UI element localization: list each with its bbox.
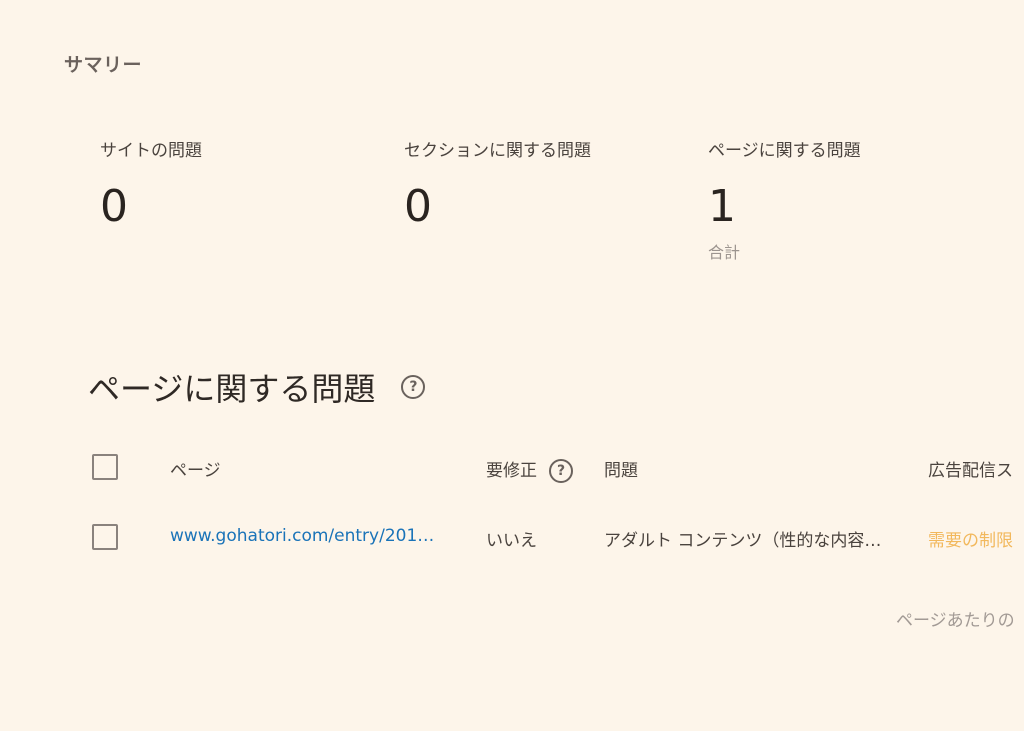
stat-sub-label: 合計 bbox=[708, 243, 741, 262]
rows-per-page-label: ページあたりの bbox=[896, 611, 1015, 631]
stat-value: 0 bbox=[100, 181, 128, 232]
stat-label: セクションに関する問題 bbox=[404, 141, 591, 161]
select-all-checkbox[interactable] bbox=[92, 454, 118, 480]
row-checkbox[interactable] bbox=[92, 524, 118, 550]
column-header-ad-status[interactable]: 広告配信ス bbox=[928, 456, 1013, 481]
issue-value: アダルト コンテンツ（性的な内容… bbox=[604, 531, 882, 551]
column-header-needs-fix-label: 要修正 bbox=[486, 461, 537, 481]
stat-value: 1 bbox=[708, 181, 736, 232]
needs-fix-value: いいえ bbox=[486, 531, 537, 551]
stat-label: ページに関する問題 bbox=[708, 141, 861, 161]
page-url-link[interactable]: www.gohatori.com/entry/201… bbox=[170, 526, 434, 546]
section-title-text: ページに関する問題 bbox=[88, 370, 376, 408]
ad-status-value: 需要の制限 bbox=[928, 531, 1013, 551]
stat-section-issues: セクションに関する問題 0 bbox=[404, 136, 591, 231]
column-header-issue[interactable]: 問題 bbox=[604, 456, 638, 481]
help-circle-icon[interactable]: ? bbox=[549, 459, 573, 483]
help-circle-icon[interactable]: ? bbox=[401, 375, 426, 399]
column-header-needs-fix[interactable]: 要修正? bbox=[486, 456, 573, 483]
summary-title: サマリー bbox=[64, 54, 143, 76]
section-title: ページに関する問題 ? bbox=[88, 364, 426, 410]
stat-label: サイトの問題 bbox=[100, 141, 202, 161]
stat-page-issues: ページに関する問題 1 合計 bbox=[708, 136, 861, 263]
stat-value: 0 bbox=[404, 181, 432, 232]
stat-site-issues: サイトの問題 0 bbox=[100, 136, 202, 231]
column-header-page[interactable]: ページ bbox=[170, 456, 221, 481]
